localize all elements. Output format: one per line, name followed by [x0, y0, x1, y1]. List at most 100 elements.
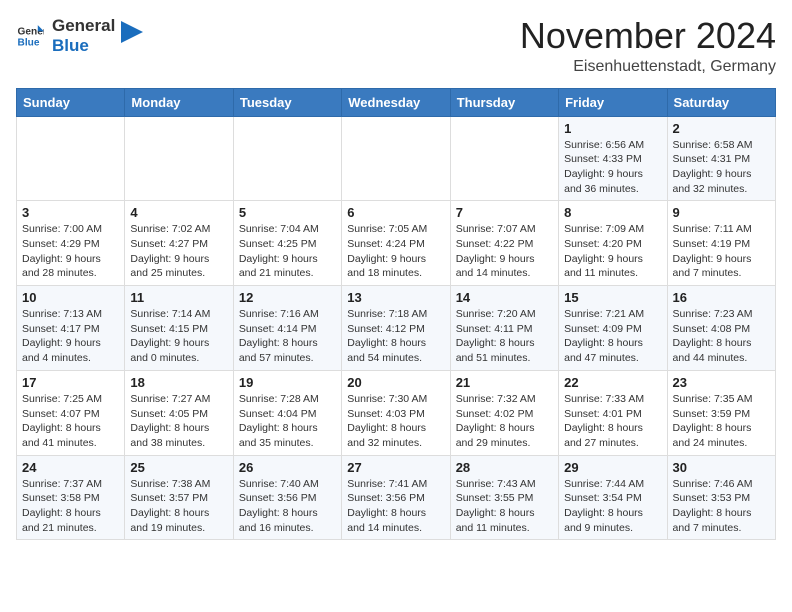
- day-info: Sunrise: 7:37 AM Sunset: 3:58 PM Dayligh…: [22, 477, 119, 536]
- calendar-day-cell: 10 Sunrise: 7:13 AM Sunset: 4:17 PM Dayli…: [17, 286, 125, 371]
- calendar-table: SundayMondayTuesdayWednesdayThursdayFrid…: [16, 88, 776, 541]
- calendar-day-cell: 8 Sunrise: 7:09 AM Sunset: 4:20 PM Daylig…: [559, 201, 667, 286]
- day-number: 23: [673, 375, 770, 390]
- calendar-day-cell: [125, 116, 233, 201]
- day-number: 15: [564, 290, 661, 305]
- calendar-header-row: SundayMondayTuesdayWednesdayThursdayFrid…: [17, 88, 776, 116]
- day-number: 11: [130, 290, 227, 305]
- day-info: Sunrise: 7:04 AM Sunset: 4:25 PM Dayligh…: [239, 222, 336, 281]
- page-header: General Blue General Blue November 2024 …: [16, 16, 776, 76]
- calendar-week-row: 1 Sunrise: 6:56 AM Sunset: 4:33 PM Daylig…: [17, 116, 776, 201]
- calendar-day-cell: 11Sunrise: 7:14 AM Sunset: 4:15 PM Dayli…: [125, 286, 233, 371]
- day-number: 3: [22, 205, 119, 220]
- logo-blue: Blue: [52, 36, 115, 56]
- weekday-header-wednesday: Wednesday: [342, 88, 450, 116]
- calendar-day-cell: 15 Sunrise: 7:21 AM Sunset: 4:09 PM Dayli…: [559, 286, 667, 371]
- day-number: 19: [239, 375, 336, 390]
- day-number: 7: [456, 205, 553, 220]
- day-number: 16: [673, 290, 770, 305]
- title-block: November 2024 Eisenhuettenstadt, Germany: [520, 16, 776, 76]
- day-info: Sunrise: 7:13 AM Sunset: 4:17 PM Dayligh…: [22, 307, 119, 366]
- day-info: Sunrise: 6:56 AM Sunset: 4:33 PM Dayligh…: [564, 138, 661, 197]
- calendar-day-cell: [233, 116, 341, 201]
- day-number: 25: [130, 460, 227, 475]
- day-number: 6: [347, 205, 444, 220]
- calendar-day-cell: 24 Sunrise: 7:37 AM Sunset: 3:58 PM Dayli…: [17, 455, 125, 540]
- weekday-header-friday: Friday: [559, 88, 667, 116]
- day-info: Sunrise: 7:43 AM Sunset: 3:55 PM Dayligh…: [456, 477, 553, 536]
- weekday-header-saturday: Saturday: [667, 88, 775, 116]
- day-number: 30: [673, 460, 770, 475]
- day-info: Sunrise: 7:09 AM Sunset: 4:20 PM Dayligh…: [564, 222, 661, 281]
- day-number: 18: [130, 375, 227, 390]
- day-number: 4: [130, 205, 227, 220]
- day-number: 10: [22, 290, 119, 305]
- day-info: Sunrise: 7:02 AM Sunset: 4:27 PM Dayligh…: [130, 222, 227, 281]
- day-info: Sunrise: 7:44 AM Sunset: 3:54 PM Dayligh…: [564, 477, 661, 536]
- weekday-header-monday: Monday: [125, 88, 233, 116]
- day-info: Sunrise: 7:41 AM Sunset: 3:56 PM Dayligh…: [347, 477, 444, 536]
- calendar-week-row: 3 Sunrise: 7:00 AM Sunset: 4:29 PM Daylig…: [17, 201, 776, 286]
- day-number: 17: [22, 375, 119, 390]
- day-info: Sunrise: 7:25 AM Sunset: 4:07 PM Dayligh…: [22, 392, 119, 451]
- day-info: Sunrise: 7:18 AM Sunset: 4:12 PM Dayligh…: [347, 307, 444, 366]
- calendar-day-cell: 5 Sunrise: 7:04 AM Sunset: 4:25 PM Daylig…: [233, 201, 341, 286]
- logo: General Blue General Blue: [16, 16, 143, 55]
- day-info: Sunrise: 7:16 AM Sunset: 4:14 PM Dayligh…: [239, 307, 336, 366]
- day-number: 12: [239, 290, 336, 305]
- day-number: 5: [239, 205, 336, 220]
- calendar-day-cell: 2 Sunrise: 6:58 AM Sunset: 4:31 PM Daylig…: [667, 116, 775, 201]
- calendar-day-cell: 3 Sunrise: 7:00 AM Sunset: 4:29 PM Daylig…: [17, 201, 125, 286]
- day-number: 2: [673, 121, 770, 136]
- calendar-day-cell: 25 Sunrise: 7:38 AM Sunset: 3:57 PM Dayli…: [125, 455, 233, 540]
- calendar-day-cell: 30 Sunrise: 7:46 AM Sunset: 3:53 PM Dayli…: [667, 455, 775, 540]
- calendar-day-cell: 13 Sunrise: 7:18 AM Sunset: 4:12 PM Dayli…: [342, 286, 450, 371]
- day-number: 1: [564, 121, 661, 136]
- weekday-header-tuesday: Tuesday: [233, 88, 341, 116]
- calendar-day-cell: 23 Sunrise: 7:35 AM Sunset: 3:59 PM Dayli…: [667, 370, 775, 455]
- day-info: Sunrise: 7:32 AM Sunset: 4:02 PM Dayligh…: [456, 392, 553, 451]
- day-number: 13: [347, 290, 444, 305]
- calendar-day-cell: 18Sunrise: 7:27 AM Sunset: 4:05 PM Dayli…: [125, 370, 233, 455]
- day-number: 26: [239, 460, 336, 475]
- logo-general: General: [52, 16, 115, 36]
- day-number: 22: [564, 375, 661, 390]
- logo-icon: General Blue: [16, 22, 44, 50]
- calendar-week-row: 24 Sunrise: 7:37 AM Sunset: 3:58 PM Dayli…: [17, 455, 776, 540]
- calendar-day-cell: 14Sunrise: 7:20 AM Sunset: 4:11 PM Dayli…: [450, 286, 558, 371]
- calendar-day-cell: 7 Sunrise: 7:07 AM Sunset: 4:22 PM Daylig…: [450, 201, 558, 286]
- calendar-day-cell: 19Sunrise: 7:28 AM Sunset: 4:04 PM Dayli…: [233, 370, 341, 455]
- calendar-day-cell: 12 Sunrise: 7:16 AM Sunset: 4:14 PM Dayli…: [233, 286, 341, 371]
- calendar-day-cell: [342, 116, 450, 201]
- weekday-header-thursday: Thursday: [450, 88, 558, 116]
- day-number: 8: [564, 205, 661, 220]
- calendar-day-cell: 29 Sunrise: 7:44 AM Sunset: 3:54 PM Dayli…: [559, 455, 667, 540]
- day-info: Sunrise: 7:21 AM Sunset: 4:09 PM Dayligh…: [564, 307, 661, 366]
- calendar-week-row: 17 Sunrise: 7:25 AM Sunset: 4:07 PM Dayli…: [17, 370, 776, 455]
- day-info: Sunrise: 7:46 AM Sunset: 3:53 PM Dayligh…: [673, 477, 770, 536]
- day-info: Sunrise: 7:40 AM Sunset: 3:56 PM Dayligh…: [239, 477, 336, 536]
- calendar-day-cell: 21Sunrise: 7:32 AM Sunset: 4:02 PM Dayli…: [450, 370, 558, 455]
- day-number: 14: [456, 290, 553, 305]
- day-info: Sunrise: 7:35 AM Sunset: 3:59 PM Dayligh…: [673, 392, 770, 451]
- logo-arrow-icon: [121, 21, 143, 43]
- day-number: 24: [22, 460, 119, 475]
- day-info: Sunrise: 7:07 AM Sunset: 4:22 PM Dayligh…: [456, 222, 553, 281]
- calendar-day-cell: 28 Sunrise: 7:43 AM Sunset: 3:55 PM Dayli…: [450, 455, 558, 540]
- day-number: 28: [456, 460, 553, 475]
- day-info: Sunrise: 6:58 AM Sunset: 4:31 PM Dayligh…: [673, 138, 770, 197]
- calendar-day-cell: 22Sunrise: 7:33 AM Sunset: 4:01 PM Dayli…: [559, 370, 667, 455]
- month-title: November 2024: [520, 16, 776, 56]
- day-number: 29: [564, 460, 661, 475]
- day-info: Sunrise: 7:30 AM Sunset: 4:03 PM Dayligh…: [347, 392, 444, 451]
- day-info: Sunrise: 7:23 AM Sunset: 4:08 PM Dayligh…: [673, 307, 770, 366]
- day-number: 27: [347, 460, 444, 475]
- day-info: Sunrise: 7:05 AM Sunset: 4:24 PM Dayligh…: [347, 222, 444, 281]
- day-info: Sunrise: 7:00 AM Sunset: 4:29 PM Dayligh…: [22, 222, 119, 281]
- location-title: Eisenhuettenstadt, Germany: [520, 58, 776, 76]
- calendar-day-cell: [450, 116, 558, 201]
- calendar-day-cell: 1 Sunrise: 6:56 AM Sunset: 4:33 PM Daylig…: [559, 116, 667, 201]
- calendar-day-cell: 20 Sunrise: 7:30 AM Sunset: 4:03 PM Dayli…: [342, 370, 450, 455]
- day-number: 20: [347, 375, 444, 390]
- day-info: Sunrise: 7:38 AM Sunset: 3:57 PM Dayligh…: [130, 477, 227, 536]
